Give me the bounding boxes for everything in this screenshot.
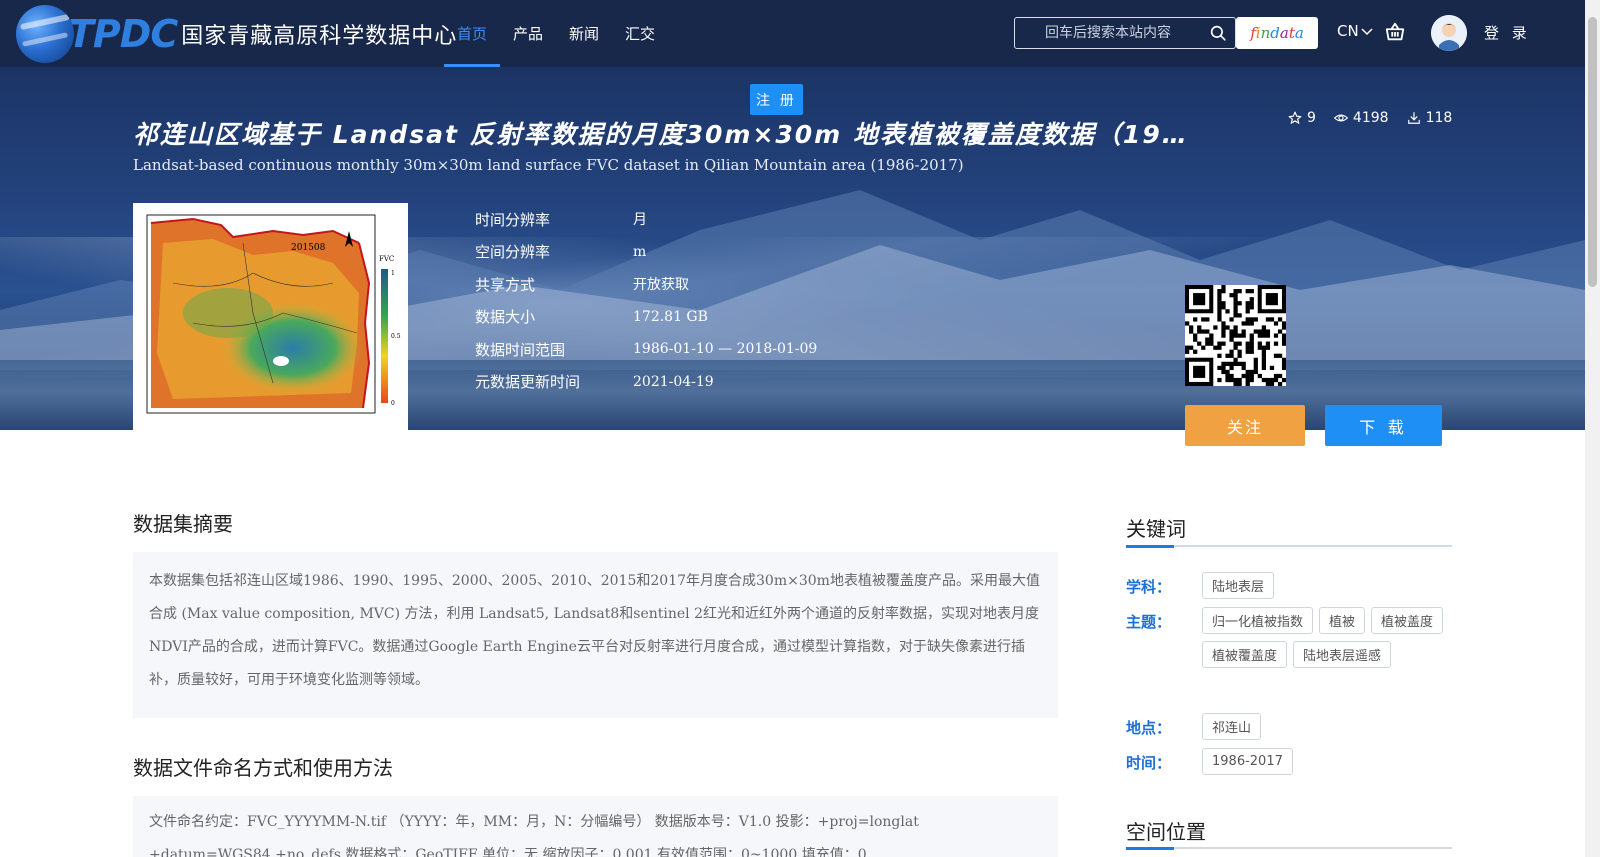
qr-code xyxy=(1185,285,1287,387)
view-count: 4198 xyxy=(1333,110,1389,126)
star-count-value: 9 xyxy=(1307,110,1316,126)
location-divider xyxy=(1126,847,1452,850)
keyword-tag[interactable]: 1986-2017 xyxy=(1202,748,1293,775)
view-count-value: 4198 xyxy=(1352,110,1389,126)
meta-row: 空间分辨率 m xyxy=(475,236,817,269)
language-label: CN xyxy=(1337,22,1359,40)
download-icon xyxy=(1407,112,1420,124)
thumb-legend-tick: 0 xyxy=(391,400,395,407)
keyword-group-theme: 主题： 归一化植被指数 植被 植被盖度 植被覆盖度 陆地表层遥感 xyxy=(1126,607,1452,668)
keyword-label: 主题： xyxy=(1126,613,1172,631)
keywords-title: 关键词 xyxy=(1126,517,1186,541)
meta-row: 时间分辨率 月 xyxy=(475,203,817,236)
meta-label: 元数据更新时间 xyxy=(475,373,581,392)
globe-logo-icon xyxy=(16,5,74,63)
star-icon xyxy=(1288,111,1302,124)
dataset-stats: 9 4198 118 xyxy=(1288,110,1452,126)
keywords-divider xyxy=(1126,545,1452,548)
keyword-tag[interactable]: 陆地表层遥感 xyxy=(1293,641,1392,668)
top-navbar: TPDC 国家青藏高原科学数据中心 首页 产品 新闻 汇交 findata CN xyxy=(0,0,1585,67)
nav-home[interactable]: 首页 xyxy=(444,0,501,67)
keyword-tags: 陆地表层 xyxy=(1202,572,1452,599)
logo-cn-text: 国家青藏高原科学数据中心 xyxy=(181,24,458,49)
download-count-value: 118 xyxy=(1425,110,1453,126)
page-scrollbar[interactable] xyxy=(1585,0,1600,857)
keyword-tags: 归一化植被指数 植被 植被盖度 植被覆盖度 陆地表层遥感 xyxy=(1202,607,1452,668)
findata-letter: a xyxy=(1279,24,1289,42)
keyword-group-time: 时间： 1986-2017 xyxy=(1126,748,1452,775)
meta-label: 共享方式 xyxy=(475,275,536,294)
page: TPDC 国家青藏高原科学数据中心 首页 产品 新闻 汇交 findata CN xyxy=(0,0,1600,857)
meta-row: 数据时间范围 1986-01-10 — 2018-01-09 xyxy=(475,333,817,366)
findata-button[interactable]: findata xyxy=(1236,17,1318,49)
fvc-map-image: 201508 FVC 1 0.5 0 xyxy=(133,203,408,431)
keyword-tags: 1986-2017 xyxy=(1202,748,1452,775)
nav-news[interactable]: 新闻 xyxy=(556,0,612,67)
follow-button[interactable]: 关注 xyxy=(1185,405,1305,446)
naming-title: 数据文件命名方式和使用方法 xyxy=(133,756,393,780)
logo-en-text: TPDC xyxy=(68,12,178,56)
meta-value: 172.81 GB xyxy=(633,308,708,325)
abstract-text: 本数据集包括祁连山区域1986、1990、1995、2000、2005、2010… xyxy=(133,552,1058,718)
site-logo[interactable]: TPDC 国家青藏高原科学数据中心 xyxy=(16,5,457,63)
dataset-meta: 时间分辨率 月 空间分辨率 m 共享方式 开放获取 数据大小 172.81 GB 数据时… xyxy=(475,203,817,398)
meta-row: 共享方式 开放获取 xyxy=(475,268,817,301)
keyword-tag[interactable]: 归一化植被指数 xyxy=(1202,607,1314,634)
login-link[interactable]: 登 录 xyxy=(1484,22,1531,43)
keyword-tag[interactable]: 植被 xyxy=(1319,607,1366,634)
keyword-tag[interactable]: 祁连山 xyxy=(1202,713,1262,740)
download-button[interactable]: 下 载 xyxy=(1325,405,1442,446)
user-avatar[interactable] xyxy=(1431,15,1467,51)
location-title: 空间位置 xyxy=(1126,820,1206,844)
download-count: 118 xyxy=(1407,110,1453,126)
keyword-group-discipline: 学科： 陆地表层 xyxy=(1126,572,1452,599)
dataset-thumbnail[interactable]: 201508 FVC 1 0.5 0 xyxy=(133,203,408,431)
meta-label: 空间分辨率 xyxy=(475,243,551,262)
search-input[interactable] xyxy=(1015,18,1205,48)
keyword-tag[interactable]: 陆地表层 xyxy=(1202,572,1275,599)
star-count[interactable]: 9 xyxy=(1288,110,1316,126)
nav-submit[interactable]: 汇交 xyxy=(612,0,668,67)
site-search xyxy=(1014,17,1236,49)
thumb-legend-tick: 0.5 xyxy=(391,333,401,340)
thumb-date-label: 201508 xyxy=(291,243,326,253)
scrollbar-thumb[interactable] xyxy=(1588,17,1597,287)
keyword-tags: 祁连山 xyxy=(1202,713,1452,740)
search-icon[interactable] xyxy=(1209,24,1227,42)
findata-letter: a xyxy=(1294,24,1304,42)
thumb-legend-tick: 1 xyxy=(391,270,395,277)
meta-label: 数据时间范围 xyxy=(475,340,566,359)
abstract-title: 数据集摘要 xyxy=(133,512,233,536)
eye-icon xyxy=(1333,114,1348,122)
findata-letter: d xyxy=(1270,24,1280,42)
dataset-title-cn: 祁连山区域基于 Landsat 反射率数据的月度30m×30m 地表植被覆盖度数… xyxy=(133,120,1188,149)
meta-value: 2021-04-19 xyxy=(633,373,714,390)
meta-label: 时间分辨率 xyxy=(475,210,551,229)
nav-products[interactable]: 产品 xyxy=(500,0,556,67)
meta-value: 开放获取 xyxy=(633,277,689,294)
register-button[interactable]: 注 册 xyxy=(750,84,803,115)
meta-value: 1986-01-10 — 2018-01-09 xyxy=(633,341,818,358)
meta-value: 月 xyxy=(633,212,647,229)
language-switcher[interactable]: CN xyxy=(1337,22,1373,40)
findata-letter: n xyxy=(1260,24,1271,42)
keyword-label: 地点： xyxy=(1126,719,1172,737)
main-nav: 首页 产品 新闻 汇交 xyxy=(444,0,668,67)
qr-code-icon xyxy=(1185,285,1287,387)
meta-row: 数据大小 172.81 GB xyxy=(475,301,817,334)
naming-text: 文件命名约定：FVC_YYYYMM-N.tif （YYYY：年，MM：月，N：分… xyxy=(133,796,1058,857)
keyword-tag[interactable]: 植被盖度 xyxy=(1371,607,1444,634)
chevron-down-icon xyxy=(1361,28,1373,36)
avatar-icon xyxy=(1431,15,1467,51)
meta-value: m xyxy=(633,243,647,260)
thumb-legend-title: FVC xyxy=(379,255,394,263)
keyword-group-place: 地点： 祁连山 xyxy=(1126,713,1452,740)
keyword-label: 时间： xyxy=(1126,754,1172,772)
dataset-title-en: Landsat-based continuous monthly 30m×30m… xyxy=(133,156,964,174)
keyword-label: 学科： xyxy=(1126,578,1172,596)
meta-row: 元数据更新时间 2021-04-19 xyxy=(475,366,817,399)
keyword-tag[interactable]: 植被覆盖度 xyxy=(1202,641,1288,668)
meta-label: 数据大小 xyxy=(475,308,536,327)
basket-icon[interactable] xyxy=(1384,21,1406,43)
